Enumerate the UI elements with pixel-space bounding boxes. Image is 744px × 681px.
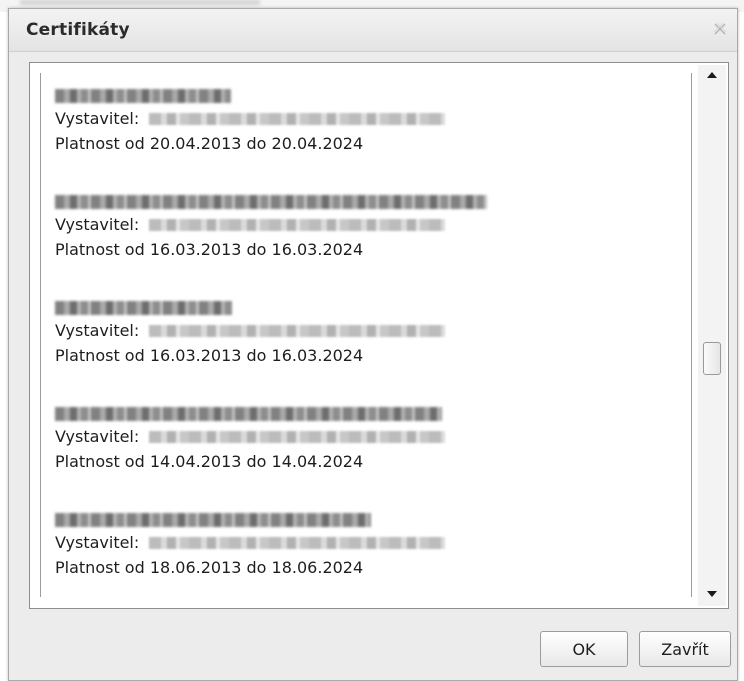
- dialog-title: Certifikáty: [26, 20, 130, 40]
- certificates-dialog: Certifikáty Vystavitel: Platnost od 20.0…: [8, 8, 738, 681]
- close-icon[interactable]: [711, 20, 729, 38]
- certificate-name-redacted: [55, 407, 442, 421]
- certificate-name-redacted: [55, 89, 231, 103]
- validity-text: Platnost od 18.06.2013 do 18.06.2024: [55, 558, 364, 577]
- list-item[interactable]: Vystavitel: Platnost od 20.04.2013 do 20…: [55, 73, 675, 154]
- issuer-label: Vystavitel:: [55, 533, 140, 552]
- issuer-label: Vystavitel:: [55, 215, 140, 234]
- arrow-up-icon[interactable]: [698, 65, 726, 87]
- validity-text: Platnost od 16.03.2013 do 16.03.2024: [55, 240, 364, 259]
- background-blurred-text: [20, 0, 260, 5]
- certificate-name-redacted: [55, 513, 371, 527]
- list-item[interactable]: Vystavitel: Platnost od 18.06.2013 do 18…: [55, 497, 675, 578]
- validity-text: Platnost od 14.04.2013 do 14.04.2024: [55, 452, 364, 471]
- list-item[interactable]: Vystavitel: Platnost od 16.03.2013 do 16…: [55, 179, 675, 260]
- scrollbar-thumb[interactable]: [703, 342, 721, 376]
- issuer-label: Vystavitel:: [55, 427, 140, 446]
- certificate-list-content: Vystavitel: Platnost od 20.04.2013 do 20…: [40, 73, 692, 597]
- arrow-down-icon[interactable]: [698, 584, 726, 606]
- issuer-label: Vystavitel:: [55, 321, 140, 340]
- list-item[interactable]: Vystavitel: Platnost od 14.04.2013 do 14…: [55, 391, 675, 472]
- dialog-titlebar[interactable]: Certifikáty: [9, 9, 737, 52]
- certificate-list[interactable]: Vystavitel: Platnost od 20.04.2013 do 20…: [29, 62, 729, 609]
- issuer-value-redacted: [149, 218, 446, 231]
- validity-text: Platnost od 16.03.2013 do 16.03.2024: [55, 346, 364, 365]
- issuer-label: Vystavitel:: [55, 109, 140, 128]
- certificate-name-redacted: [55, 301, 232, 315]
- vertical-scrollbar[interactable]: [698, 65, 726, 606]
- issuer-value-redacted: [149, 112, 446, 125]
- issuer-value-redacted: [149, 324, 446, 337]
- ok-button[interactable]: OK: [540, 631, 628, 667]
- validity-text: Platnost od 20.04.2013 do 20.04.2024: [55, 134, 364, 153]
- list-item[interactable]: Vystavitel: Platnost od 16.03.2013 do 16…: [55, 285, 675, 366]
- issuer-value-redacted: [149, 536, 446, 549]
- close-button[interactable]: Zavřít: [639, 631, 731, 667]
- certificate-name-redacted: [55, 195, 487, 209]
- issuer-value-redacted: [149, 430, 446, 443]
